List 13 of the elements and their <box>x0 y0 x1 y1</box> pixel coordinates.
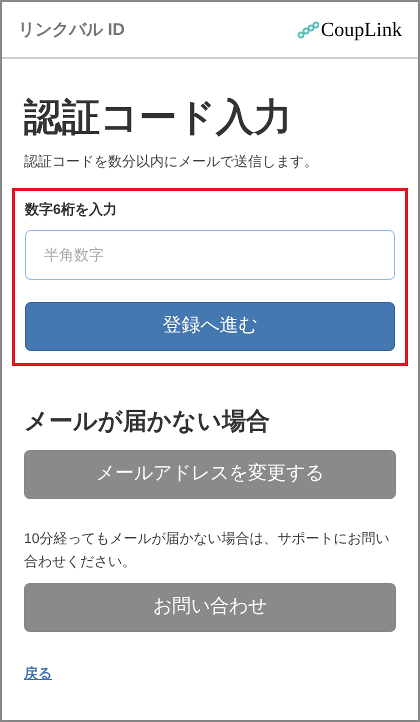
field-label: 数字6桁を入力 <box>25 200 118 219</box>
change-email-button[interactable]: メールアドレスを変更する <box>24 450 396 499</box>
contact-button[interactable]: お問い合わせ <box>24 583 396 632</box>
section-heading: メールが届かない場合 <box>24 407 271 437</box>
logo-text: CoupLink <box>320 18 402 42</box>
code-input-field[interactable]: 半角数字 <box>25 230 395 280</box>
app-name: リンクバル ID <box>18 18 125 41</box>
back-link[interactable]: 戻る <box>24 665 52 681</box>
subtitle-text: 認証コードを数分以内にメールで送信します。 <box>24 152 319 171</box>
page-title: 認証コード入力 <box>24 96 293 141</box>
support-note: 10分経ってもメールが届かない場合は、サポートにお問い合わせください。 <box>24 529 391 571</box>
chain-icon <box>296 20 319 38</box>
submit-button[interactable]: 登録へ進む <box>25 302 395 351</box>
